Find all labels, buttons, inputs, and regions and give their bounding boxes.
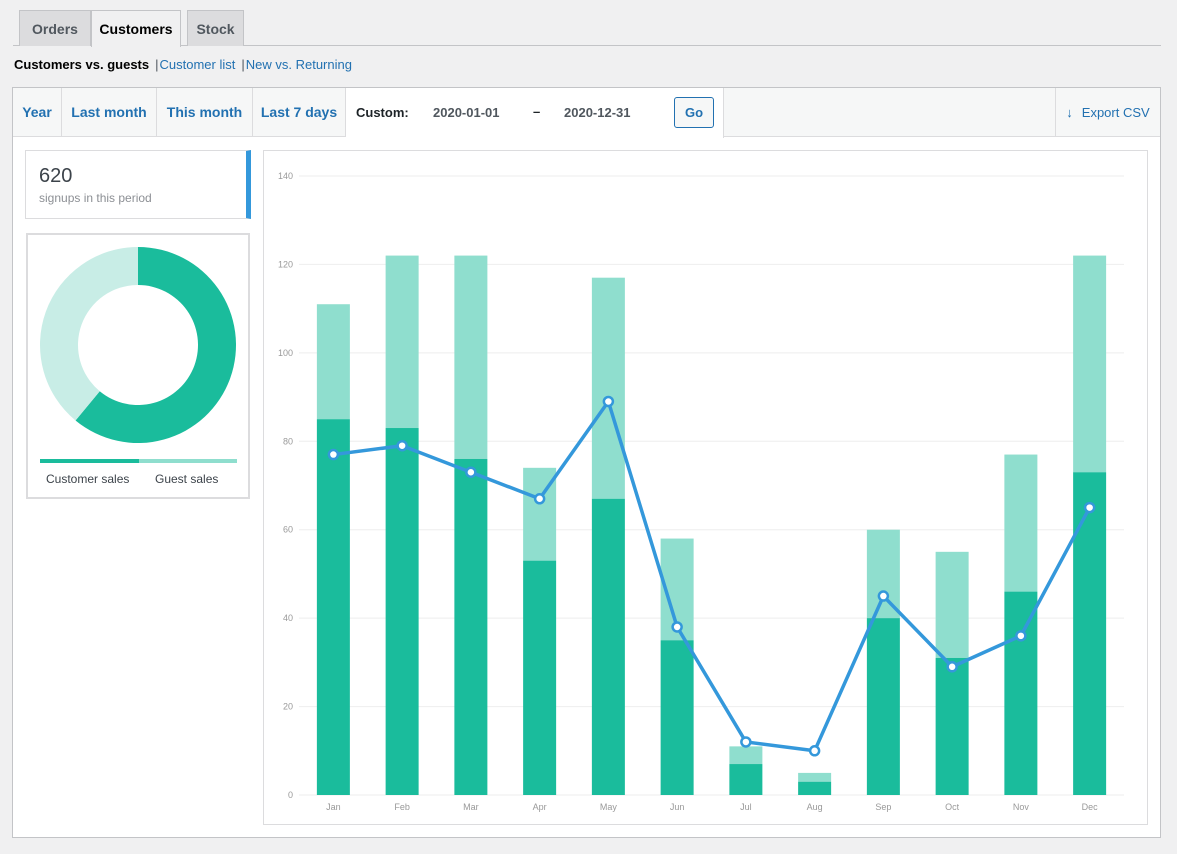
x-tick-label: Jan xyxy=(326,802,341,812)
bar-customer xyxy=(385,428,419,795)
range-last-month[interactable]: Last month xyxy=(62,88,157,136)
line-point xyxy=(396,439,408,452)
range-year[interactable]: Year xyxy=(13,88,62,136)
tab-stock[interactable]: Stock xyxy=(187,10,244,46)
bar-guest xyxy=(935,551,969,658)
legend-customer-swatch xyxy=(40,459,139,463)
y-tick-label: 100 xyxy=(278,348,293,358)
bar-guest xyxy=(385,255,419,429)
range-this-month[interactable]: This month xyxy=(157,88,253,136)
bar-customer xyxy=(591,498,625,795)
download-arrow-icon: ↓ xyxy=(1066,104,1073,120)
bar-guest xyxy=(316,304,350,420)
y-tick-label: 80 xyxy=(283,436,293,446)
tab-orders[interactable]: Orders xyxy=(19,10,91,46)
legend-customer-sales: Customer sales xyxy=(46,472,130,486)
x-tick-label: Dec xyxy=(1082,802,1099,812)
line-point xyxy=(1083,501,1096,514)
custom-range-label: Custom: xyxy=(356,105,409,120)
y-tick-label: 40 xyxy=(283,613,293,623)
x-tick-label: Apr xyxy=(533,802,547,812)
bar-customer xyxy=(866,618,900,795)
bar-guest xyxy=(798,772,832,782)
start-date-input[interactable]: 2020-01-01 xyxy=(433,105,500,120)
bar-customer xyxy=(454,458,488,795)
legend-guest-swatch xyxy=(139,459,237,463)
subnav-current: Customers vs. guests xyxy=(14,57,150,72)
bar-customer xyxy=(316,419,350,795)
bar-customer xyxy=(729,764,763,795)
x-tick-label: Oct xyxy=(945,802,960,812)
subnav-separator: | xyxy=(155,57,159,72)
bar-guest xyxy=(591,277,625,499)
report-tabs: Orders Customers Stock xyxy=(13,10,1161,47)
range-last-7-days[interactable]: Last 7 days xyxy=(253,88,346,136)
bar-customer xyxy=(935,657,969,795)
export-csv-label: Export CSV xyxy=(1081,104,1150,120)
signups-count: 620 xyxy=(39,165,73,187)
line-series xyxy=(333,399,1092,753)
line-point xyxy=(877,590,890,602)
line-point xyxy=(671,621,683,633)
subnav-new-vs-returning-link[interactable]: New vs. Returning xyxy=(246,57,352,72)
x-tick-label: Feb xyxy=(394,802,410,812)
line-point xyxy=(327,448,340,461)
y-tick-label: 120 xyxy=(278,259,293,269)
report-panel: Year Last month This month Last 7 days C… xyxy=(12,87,1161,838)
y-tick-label: 20 xyxy=(283,702,293,712)
x-tick-label: Mar xyxy=(463,802,479,812)
report-subnav: Customers vs. guests |Customer list |New v… xyxy=(14,57,352,72)
end-date-input[interactable]: 2020-12-31 xyxy=(564,105,631,120)
bar-customer xyxy=(798,781,832,795)
sales-chart-panel: 0 20 40 60 80 100 120 140 Jan Feb Mar Apr May Jun Jul A… xyxy=(263,150,1148,825)
sales-pie-panel: Customer sales Guest sales xyxy=(26,233,250,499)
tab-customers[interactable]: Customers xyxy=(91,10,181,47)
monthly-sales-chart: 0 20 40 60 80 100 120 140 Jan Feb Mar Apr May Jun Jul A… xyxy=(278,171,1124,812)
line-point xyxy=(740,736,752,748)
y-tick-label: 0 xyxy=(288,790,293,800)
export-csv-button[interactable]: ↓ Export CSV xyxy=(1055,88,1160,136)
x-tick-label: Nov xyxy=(1013,802,1030,812)
date-range-dash: – xyxy=(533,104,541,119)
sales-donut-chart xyxy=(39,247,237,443)
bar-guest xyxy=(729,746,763,765)
bar-guest xyxy=(866,529,900,619)
x-tick-label: Sep xyxy=(875,802,891,812)
bar-customer xyxy=(1073,472,1107,795)
subnav-separator: | xyxy=(241,57,245,72)
bar-customer xyxy=(660,640,694,795)
signups-stat: 620 signups in this period xyxy=(25,150,251,219)
subnav-customer-list-link[interactable]: Customer list xyxy=(160,57,236,72)
line-point xyxy=(808,745,821,757)
bar-guest xyxy=(454,255,488,459)
line-point xyxy=(946,661,958,673)
y-tick-label: 60 xyxy=(283,525,293,535)
y-tick-label: 140 xyxy=(278,171,293,181)
custom-range: Custom: 2020-01-01 – 2020-12-31 Go xyxy=(346,88,724,138)
date-range-bar: Year Last month This month Last 7 days C… xyxy=(13,88,1160,138)
line-point xyxy=(465,466,477,478)
bar-guest xyxy=(1004,454,1038,592)
legend-guest-sales: Guest sales xyxy=(155,472,219,486)
bar-customer xyxy=(1004,591,1038,795)
x-tick-label: May xyxy=(600,802,618,812)
bar-customer xyxy=(523,560,557,795)
bar-guest xyxy=(1073,255,1107,473)
x-tick-label: Jun xyxy=(670,802,685,812)
go-button[interactable]: Go xyxy=(674,97,714,128)
line-point xyxy=(533,493,546,505)
line-point xyxy=(1015,630,1027,642)
x-tick-label: Jul xyxy=(740,802,752,812)
donut-slice-1 xyxy=(39,247,138,421)
line-point xyxy=(602,395,615,408)
signups-caption: signups in this period xyxy=(39,191,152,205)
x-tick-label: Aug xyxy=(807,802,823,812)
